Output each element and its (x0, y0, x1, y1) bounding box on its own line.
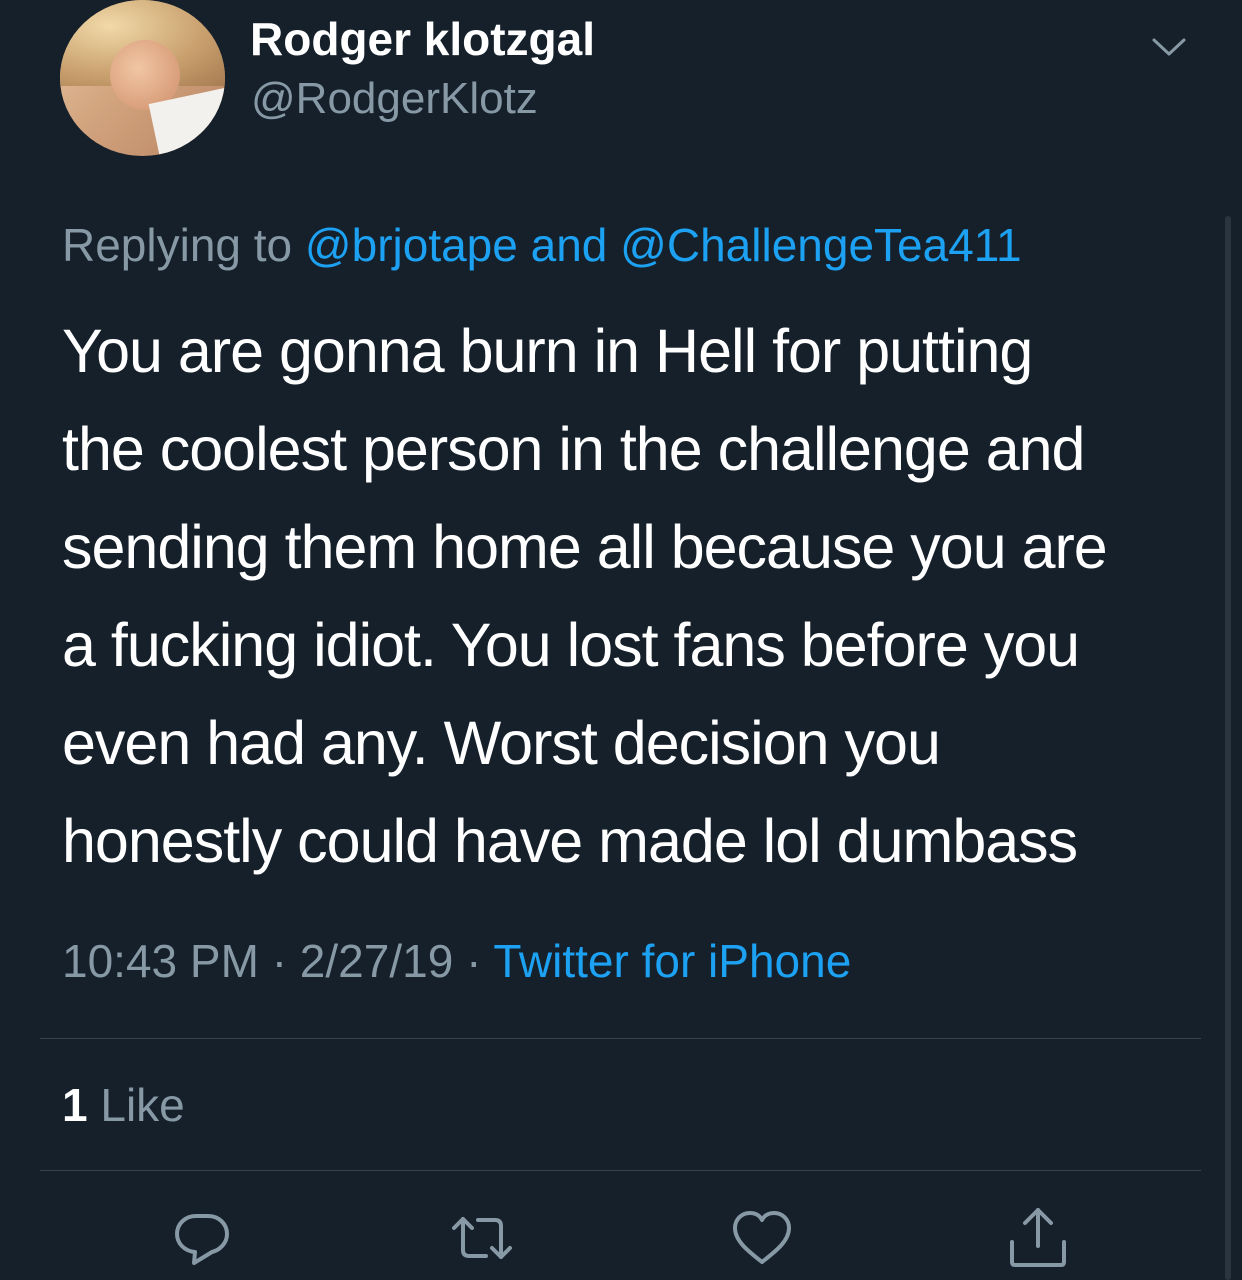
replying-prefix: Replying to (62, 219, 293, 271)
divider (40, 1038, 1201, 1039)
likes-stat[interactable]: 1 Like (62, 1078, 185, 1132)
tweet-body-line: sending them home all because you are (62, 513, 1108, 581)
like-count: 1 (62, 1079, 88, 1131)
tweet-body-line: the coolest person in the challenge and (62, 415, 1085, 483)
tweet-source-link[interactable]: Twitter for iPhone (493, 935, 851, 987)
scrollbar[interactable] (1225, 216, 1231, 1280)
retweet-icon[interactable] (450, 1206, 514, 1270)
reply-mention-1[interactable]: @brjotape (305, 219, 518, 271)
like-label: Like (100, 1079, 185, 1131)
meta-separator: · (466, 935, 482, 987)
user-handle[interactable]: @RodgerKlotz (251, 74, 538, 124)
avatar[interactable] (60, 0, 225, 156)
divider (40, 1170, 1201, 1171)
replying-to: Replying to @brjotape and @ChallengeTea4… (62, 218, 1022, 272)
reply-icon[interactable] (170, 1206, 234, 1270)
tweet-date: 2/27/19 (299, 935, 454, 987)
tweet-body-line: honestly could have made lol dumbass (62, 807, 1078, 875)
meta-separator: · (271, 935, 288, 987)
tweet-time: 10:43 PM (62, 935, 259, 987)
tweet-body-line: even had any. Worst decision you (62, 709, 941, 777)
reply-mention-2[interactable]: @ChallengeTea411 (620, 219, 1021, 271)
chevron-down-icon[interactable] (1148, 26, 1190, 68)
tweet-body: You are gonna burn in Hell for putting t… (62, 302, 1202, 890)
reply-and[interactable]: and (531, 219, 608, 271)
share-icon[interactable] (1006, 1206, 1070, 1270)
tweet-meta: 10:43 PM · 2/27/19 · Twitter for iPhone (62, 934, 851, 988)
tweet-body-line: You are gonna burn in Hell for putting (62, 317, 1033, 385)
heart-icon[interactable] (730, 1206, 794, 1270)
display-name[interactable]: Rodger klotzgal (250, 12, 595, 66)
tweet-body-line: a fucking idiot. You lost fans before yo… (62, 611, 1080, 679)
